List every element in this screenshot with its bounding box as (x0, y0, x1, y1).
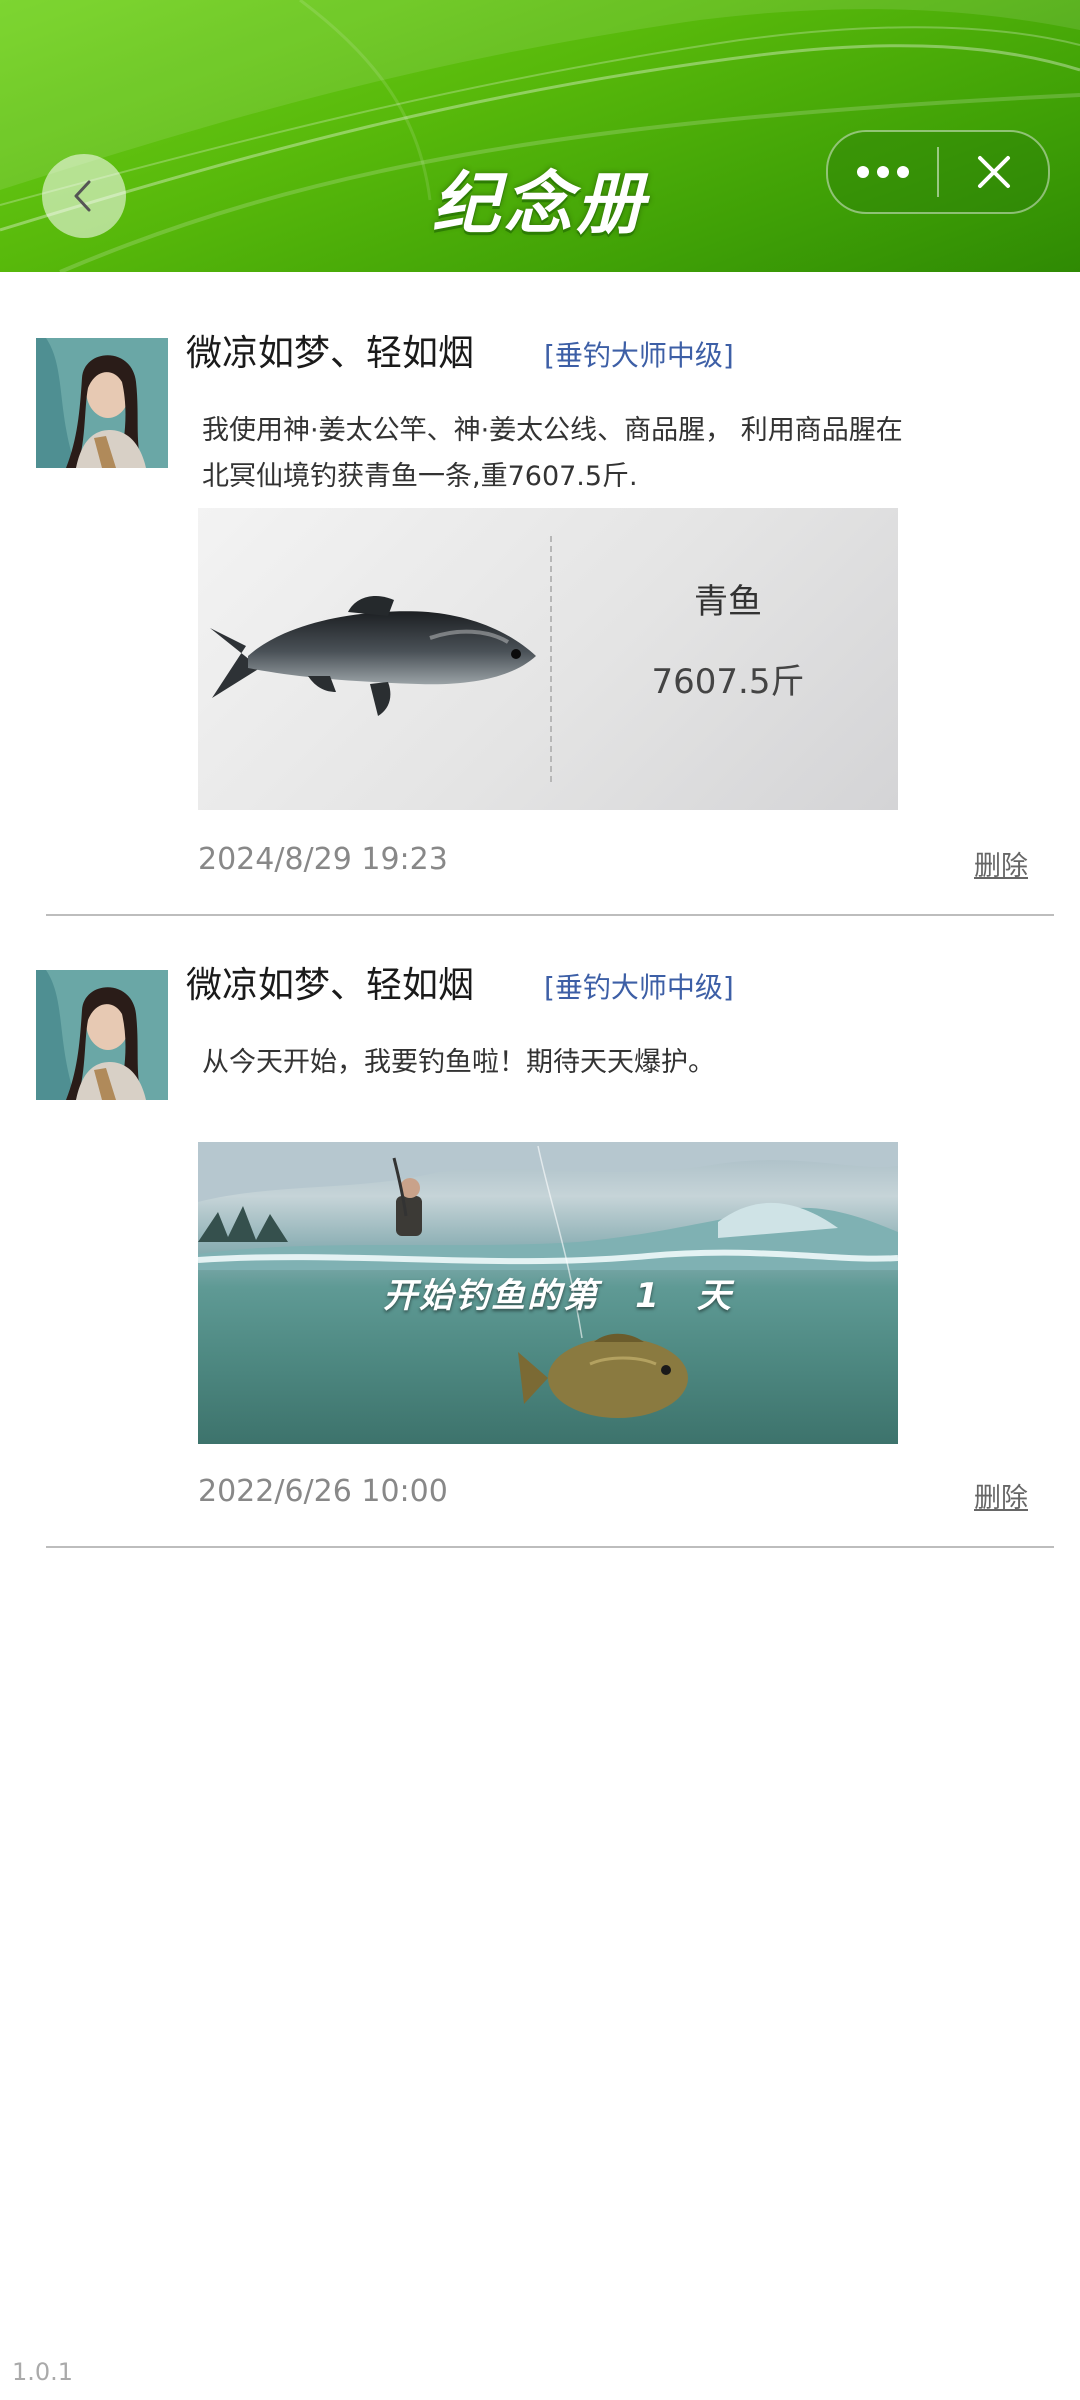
card-divider (550, 536, 552, 782)
post-timestamp: 2022/6/26 10:00 (198, 1474, 448, 1509)
post-content: 从今天开始，我要钓鱼啦！期待天天爆护。 (202, 1047, 715, 1078)
more-button[interactable] (828, 132, 937, 212)
post-content: 我使用神·姜太公竿、神·姜太公线、商品腥， 利用商品腥在北冥仙境钓获青鱼一条,重… (202, 415, 903, 492)
post-divider (46, 914, 1054, 916)
app-header: 纪念册 (0, 0, 1080, 272)
delete-button[interactable]: 删除 (974, 1476, 1028, 1515)
rank-badge: [垂钓大师中级] (544, 971, 734, 1004)
avatar[interactable] (36, 338, 168, 468)
banner-caption: 开始钓鱼的第 1 天 (383, 1276, 733, 1316)
more-dots-icon (856, 166, 909, 178)
post-timestamp: 2024/8/29 19:23 (198, 842, 448, 877)
fish-weight: 7607.5斤 (651, 662, 805, 702)
mini-program-capsule (826, 130, 1050, 214)
close-button[interactable] (939, 132, 1048, 212)
username: 微凉如梦、轻如烟 (186, 964, 475, 1005)
fish-icon (210, 596, 536, 716)
username: 微凉如梦、轻如烟 (186, 332, 475, 373)
post-divider (46, 1546, 1054, 1548)
delete-button[interactable]: 删除 (974, 844, 1028, 883)
avatar[interactable] (36, 970, 168, 1100)
catch-card: 青鱼 7607.5斤 (198, 508, 898, 810)
rank-badge: [垂钓大师中级] (544, 339, 734, 372)
avatar-image (36, 970, 168, 1100)
avatar-image (36, 338, 168, 468)
first-day-banner: 开始钓鱼的第 1 天 (198, 1142, 898, 1444)
fish-name: 青鱼 (694, 582, 762, 622)
close-icon (977, 156, 1010, 188)
version-label: 1.0.1 (12, 2358, 74, 2386)
